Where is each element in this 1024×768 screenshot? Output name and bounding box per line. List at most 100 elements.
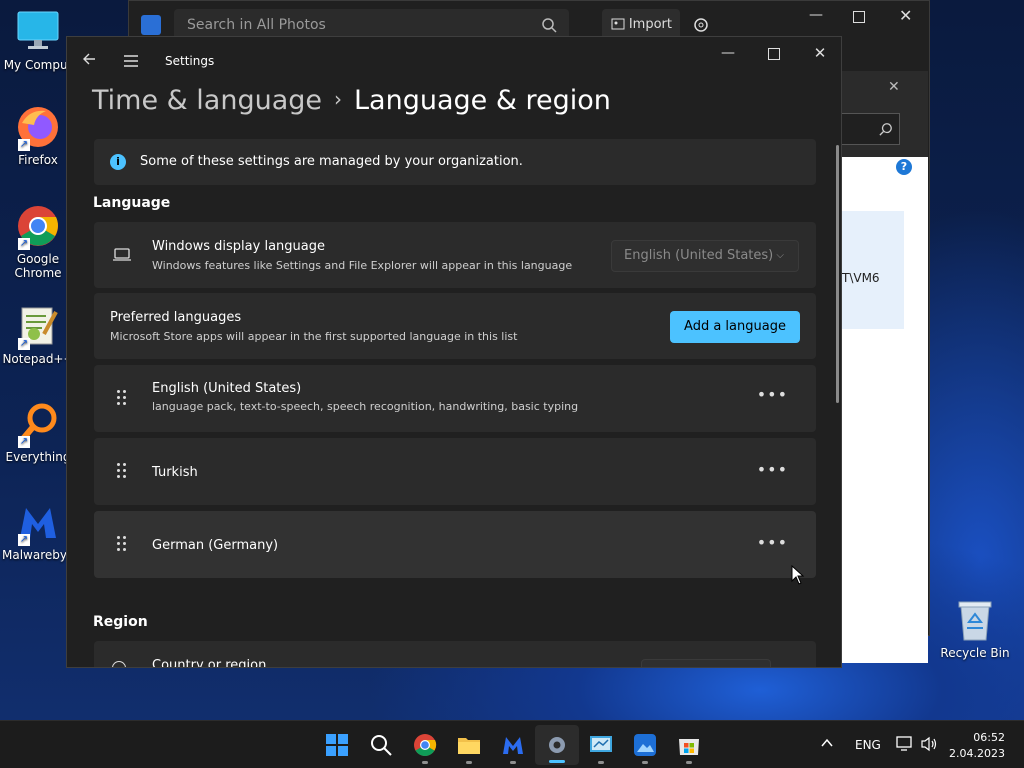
clock-time: 06:52 (973, 731, 1005, 744)
preferred-languages-subtitle: Microsoft Store apps will appear in the … (110, 330, 518, 343)
managed-notice-banner: i Some of these settings are managed by … (94, 139, 816, 185)
network-icon[interactable] (896, 736, 914, 756)
malwarebytes-taskbar-icon[interactable] (501, 733, 525, 757)
desktop-icon-chrome[interactable]: ↗ Google Chrome (2, 204, 74, 280)
recycle-bin-icon (953, 598, 997, 642)
back-arrow-icon[interactable] (81, 51, 97, 71)
clock-date: 2.04.2023 (949, 747, 1005, 760)
chrome-icon: ↗ (16, 204, 60, 250)
input-language-indicator[interactable]: ENG (855, 738, 881, 752)
info-icon: i (110, 154, 126, 170)
chevron-up-icon[interactable] (820, 735, 834, 754)
more-options-icon[interactable]: ••• (757, 533, 788, 552)
system-clock[interactable]: 06:52 2.04.2023 (949, 730, 1005, 762)
volume-icon[interactable] (920, 736, 938, 756)
desktop-icon-label: Google Chrome (14, 252, 62, 280)
maximize-icon[interactable] (751, 37, 797, 73)
desktop-icon-label: Recycle Bin (940, 646, 1010, 660)
add-language-button[interactable]: Add a language (670, 311, 800, 343)
malwarebytes-icon: ↗ (16, 500, 60, 546)
breadcrumb-separator: › (334, 87, 343, 111)
desktop-icon-everything[interactable]: ↗ Everything (2, 402, 74, 464)
language-name: English (United States) (152, 381, 302, 396)
inner-search-input[interactable] (840, 113, 900, 145)
inner-close-icon[interactable]: ✕ (888, 79, 900, 95)
settings-gear-icon (545, 733, 569, 761)
running-indicator (686, 761, 692, 764)
language-item-turkish[interactable]: Turkish ••• (94, 438, 816, 505)
photos-inner-toolbar: ✕ (840, 71, 928, 157)
shortcut-arrow-icon: ↗ (18, 338, 30, 350)
close-icon[interactable]: ✕ (797, 37, 841, 73)
photos-close-icon[interactable]: ✕ (899, 6, 912, 25)
shortcut-arrow-icon: ↗ (18, 139, 30, 151)
photos-taskbar-icon[interactable] (633, 733, 657, 757)
breadcrumb-parent-link[interactable]: Time & language (92, 85, 322, 116)
display-language-value: English (United States) (624, 248, 774, 263)
laptop-icon (112, 247, 132, 267)
language-item-english[interactable]: English (United States) language pack, t… (94, 365, 816, 432)
chrome-taskbar-icon[interactable] (413, 733, 437, 757)
drag-handle-icon[interactable] (115, 463, 129, 481)
active-indicator (549, 760, 565, 763)
selected-path-item[interactable]: T\VM6 (842, 211, 904, 329)
preferred-languages-row: Preferred languages Microsoft Store apps… (94, 293, 816, 359)
page-title: Language & region (354, 85, 611, 116)
display-language-title: Windows display language (152, 239, 325, 254)
display-language-dropdown[interactable]: English (United States) ⌵ (611, 240, 799, 272)
shortcut-arrow-icon: ↗ (18, 534, 30, 546)
microsoft-store-icon[interactable] (677, 733, 701, 757)
photos-import-label: Import (628, 17, 672, 32)
chevron-down-icon: ⌵ (776, 250, 784, 261)
photos-maximize-icon[interactable] (853, 11, 865, 23)
photos-minimize-icon[interactable]: — (809, 7, 823, 23)
photos-app-icon (141, 15, 161, 35)
mouse-cursor-icon (791, 564, 805, 589)
desktop-icon-notepadpp[interactable]: ↗ Notepad++ (2, 304, 74, 366)
minimize-icon[interactable]: — (705, 37, 751, 73)
display-language-subtitle: Windows features like Settings and File … (152, 259, 573, 272)
running-indicator (466, 761, 472, 764)
search-icon[interactable] (369, 733, 393, 757)
photos-search-placeholder: Search in All Photos (187, 17, 326, 33)
drag-handle-icon[interactable] (115, 390, 129, 408)
control-panel-icon[interactable] (589, 733, 613, 757)
settings-taskbar-button[interactable] (535, 725, 579, 765)
hamburger-menu-icon[interactable] (123, 53, 139, 72)
globe-icon (112, 661, 126, 667)
notepad-plus-plus-icon: ↗ (16, 304, 60, 350)
more-options-icon[interactable]: ••• (757, 460, 788, 479)
desktop-icon-label: Everything (5, 450, 71, 464)
preferred-languages-title: Preferred languages (110, 310, 242, 325)
settings-scrollbar[interactable] (836, 145, 839, 403)
desktop-icon-firefox[interactable]: ↗ Firefox (2, 105, 74, 167)
country-region-title: Country or region (152, 658, 267, 668)
settings-window[interactable]: Settings — ✕ Time & language › Language & … (66, 36, 842, 668)
drag-handle-icon[interactable] (115, 536, 129, 554)
desktop-icon-my-computer[interactable]: My Comput (2, 10, 74, 72)
path-fragment-text: T\VM6 (842, 271, 880, 285)
file-explorer-icon[interactable] (457, 733, 481, 757)
more-options-icon[interactable]: ••• (757, 385, 788, 404)
taskbar: ENG 06:52 2.04.2023 (0, 720, 1024, 768)
region-section-header: Region (93, 614, 148, 630)
running-indicator (598, 761, 604, 764)
firefox-icon: ↗ (16, 105, 60, 151)
shortcut-arrow-icon: ↗ (18, 238, 30, 250)
desktop-icon-label: Notepad++ (2, 352, 74, 366)
country-region-dropdown[interactable] (641, 659, 771, 667)
help-icon[interactable]: ? (896, 159, 912, 175)
desktop-icon-malwarebytes[interactable]: ↗ Malwarebyte (2, 500, 79, 562)
desktop-icon-recycle-bin[interactable]: Recycle Bin (939, 598, 1011, 660)
photos-inner-pane: ✕ ? T\VM6 (840, 71, 928, 663)
search-icon (879, 121, 893, 140)
desktop-icon-label: My Comput (3, 58, 73, 72)
running-indicator (422, 761, 428, 764)
windows-start-icon[interactable] (325, 733, 349, 757)
language-name: Turkish (152, 465, 198, 480)
language-section-header: Language (93, 195, 171, 211)
breadcrumb: Time & language › Language & region (92, 85, 611, 116)
language-item-german[interactable]: German (Germany) ••• (94, 511, 816, 578)
magnifier-search-icon: ↗ (16, 402, 60, 448)
running-indicator (510, 761, 516, 764)
